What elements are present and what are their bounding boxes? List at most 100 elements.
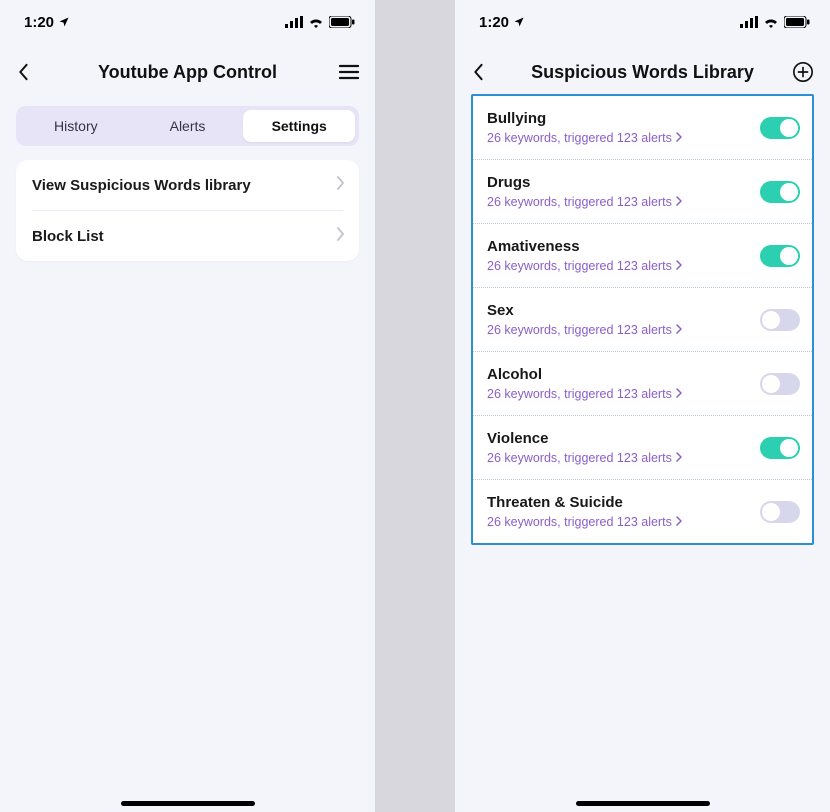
page-title: Suspicious Words Library [503,62,782,83]
settings-card: View Suspicious Words library Block List [16,160,359,261]
chevron-right-icon [676,131,682,145]
page-title: Youtube App Control [48,62,327,83]
library-row[interactable]: Threaten & Suicide 26 keywords, triggered… [473,480,812,543]
home-indicator[interactable] [576,801,710,806]
toggle-knob [762,503,780,521]
library-list: Bullying 26 keywords, triggered 123 alert… [471,94,814,545]
toggle-knob [762,311,780,329]
library-row[interactable]: Amativeness 26 keywords, triggered 123 al… [473,224,812,288]
category-toggle[interactable] [760,309,800,331]
library-row[interactable]: Violence 26 keywords, triggered 123 alert… [473,416,812,480]
status-right [285,16,355,28]
chevron-right-icon [676,323,682,337]
tab-bar: History Alerts Settings [16,106,359,146]
library-row[interactable]: Drugs 26 keywords, triggered 123 alerts [473,160,812,224]
wifi-icon [763,16,779,28]
nav-header: Suspicious Words Library [455,50,830,94]
category-toggle[interactable] [760,501,800,523]
library-row[interactable]: Bullying 26 keywords, triggered 123 alert… [473,96,812,160]
row-label: Block List [32,228,104,245]
row-label: View Suspicious Words library [32,177,251,194]
menu-icon [339,64,359,80]
status-bar: 1:20 [455,0,830,44]
category-toggle[interactable] [760,373,800,395]
library-row-title: Sex [487,302,682,319]
add-button[interactable] [782,61,814,83]
library-row-text: Violence 26 keywords, triggered 123 alert… [487,430,682,465]
row-block-list[interactable]: Block List [16,211,359,261]
toggle-knob [780,183,798,201]
library-row[interactable]: Alcohol 26 keywords, triggered 123 alerts [473,352,812,416]
category-toggle[interactable] [760,245,800,267]
chevron-right-icon [676,259,682,273]
library-row-text: Drugs 26 keywords, triggered 123 alerts [487,174,682,209]
library-row-title: Alcohol [487,366,682,383]
library-row-text: Amativeness 26 keywords, triggered 123 al… [487,238,682,273]
library-row-text: Bullying 26 keywords, triggered 123 alert… [487,110,682,145]
status-left: 1:20 [479,14,525,31]
category-toggle[interactable] [760,181,800,203]
battery-full-icon [784,16,810,28]
location-arrow-icon [58,16,70,28]
library-row-subtitle: 26 keywords, triggered 123 alerts [487,451,682,465]
library-row-subtitle-text: 26 keywords, triggered 123 alerts [487,259,672,273]
library-row-title: Amativeness [487,238,682,255]
status-time: 1:20 [479,14,509,31]
chevron-left-icon [16,63,30,81]
library-row-title: Violence [487,430,682,447]
cellular-signal-icon [285,16,303,28]
library-row-subtitle: 26 keywords, triggered 123 alerts [487,195,682,209]
toggle-knob [762,375,780,393]
toggle-knob [780,439,798,457]
chevron-right-icon [676,387,682,401]
nav-header: Youtube App Control [0,50,375,94]
library-row-text: Alcohol 26 keywords, triggered 123 alerts [487,366,682,401]
library-row-title: Threaten & Suicide [487,494,682,511]
toggle-knob [780,119,798,137]
library-row[interactable]: Sex 26 keywords, triggered 123 alerts [473,288,812,352]
cellular-signal-icon [740,16,758,28]
row-suspicious-words-library[interactable]: View Suspicious Words library [16,160,359,210]
library-row-subtitle: 26 keywords, triggered 123 alerts [487,323,682,337]
library-row-subtitle: 26 keywords, triggered 123 alerts [487,515,682,529]
tab-alerts[interactable]: Alerts [132,110,244,142]
location-arrow-icon [513,16,525,28]
library-row-subtitle-text: 26 keywords, triggered 123 alerts [487,387,672,401]
back-button[interactable] [16,63,48,81]
library-row-subtitle-text: 26 keywords, triggered 123 alerts [487,323,672,337]
back-button[interactable] [471,63,503,81]
chevron-left-icon [471,63,485,81]
toggle-knob [780,247,798,265]
home-indicator[interactable] [121,801,255,806]
tab-settings[interactable]: Settings [243,110,355,142]
library-row-subtitle: 26 keywords, triggered 123 alerts [487,387,682,401]
status-right [740,16,810,28]
tab-history[interactable]: History [20,110,132,142]
library-row-title: Bullying [487,110,682,127]
plus-circle-icon [792,61,814,83]
status-left: 1:20 [24,14,70,31]
menu-button[interactable] [327,64,359,80]
category-toggle[interactable] [760,437,800,459]
battery-full-icon [329,16,355,28]
library-row-text: Threaten & Suicide 26 keywords, triggered… [487,494,682,529]
library-row-text: Sex 26 keywords, triggered 123 alerts [487,302,682,337]
status-bar: 1:20 [0,0,375,44]
phone-screen-settings: 1:20 Youtube App Control History [0,0,375,812]
phone-screen-library: 1:20 Suspicious Words Library Bullying26 [455,0,830,812]
chevron-right-icon [676,451,682,465]
library-row-subtitle-text: 26 keywords, triggered 123 alerts [487,195,672,209]
library-row-subtitle: 26 keywords, triggered 123 alerts [487,259,682,273]
library-row-subtitle-text: 26 keywords, triggered 123 alerts [487,451,672,465]
category-toggle[interactable] [760,117,800,139]
wifi-icon [308,16,324,28]
screenshot-gap [375,0,455,812]
chevron-right-icon [337,227,345,245]
chevron-right-icon [676,195,682,209]
chevron-right-icon [337,176,345,194]
library-row-title: Drugs [487,174,682,191]
library-row-subtitle-text: 26 keywords, triggered 123 alerts [487,131,672,145]
library-row-subtitle: 26 keywords, triggered 123 alerts [487,131,682,145]
status-time: 1:20 [24,14,54,31]
chevron-right-icon [676,515,682,529]
